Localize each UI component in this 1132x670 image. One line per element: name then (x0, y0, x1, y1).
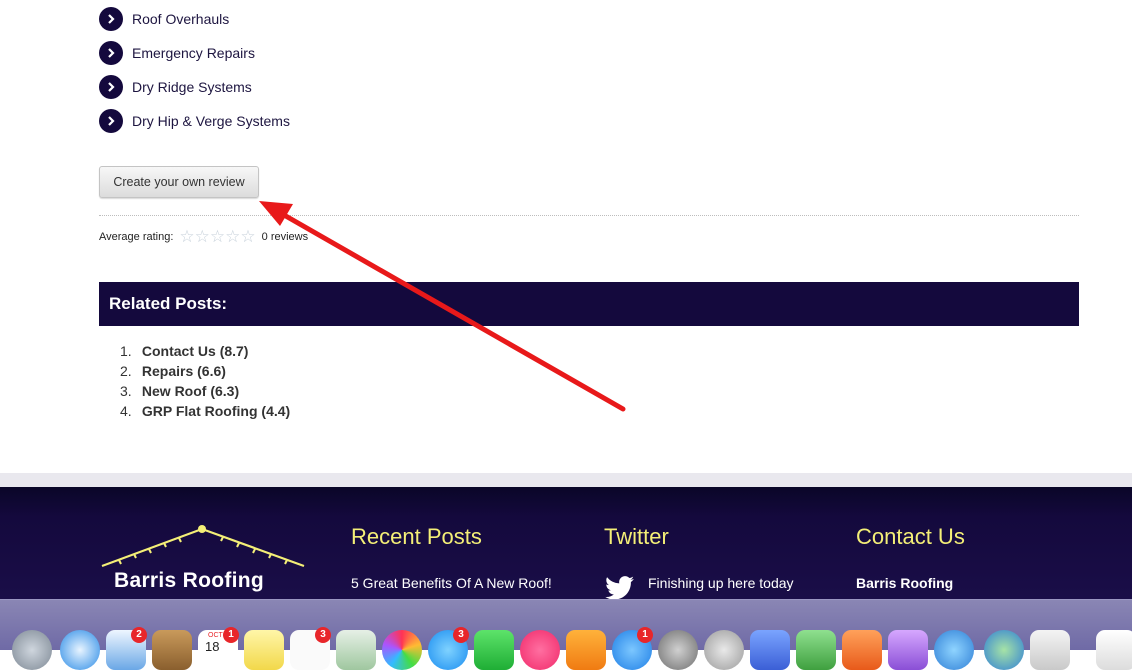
list-number: 1. (120, 343, 132, 359)
service-item[interactable]: Roof Overhauls (99, 2, 290, 36)
service-label[interactable]: Emergency Repairs (132, 45, 255, 61)
service-label[interactable]: Roof Overhauls (132, 11, 229, 27)
related-post-link[interactable]: Contact Us (8.7) (142, 343, 249, 359)
rating-stars[interactable]: ☆ ☆ ☆ ☆ ☆ (179, 228, 255, 245)
system-preferences-icon[interactable] (658, 630, 698, 670)
list-number: 2. (120, 363, 132, 379)
app-icon[interactable] (842, 630, 882, 670)
ibooks-icon[interactable] (566, 630, 606, 670)
itunes-icon[interactable] (520, 630, 560, 670)
macos-dock: 2 OCT 18 1 3 3 1 (0, 599, 1132, 670)
related-post-score[interactable]: (6.3) (210, 383, 239, 399)
related-post-title[interactable]: Repairs (142, 363, 193, 379)
create-review-button[interactable]: Create your own review (99, 166, 259, 198)
service-item[interactable]: Dry Hip & Verge Systems (99, 104, 290, 138)
document-icon[interactable] (1096, 630, 1132, 670)
app-icon[interactable] (704, 630, 744, 670)
footer-separator (0, 473, 1132, 487)
recent-posts-heading: Recent Posts (351, 524, 482, 549)
site-logo[interactable]: Barris Roofing (99, 524, 309, 599)
list-item: 3. New Roof (6.3) (120, 381, 290, 401)
list-item: 4. GRP Flat Roofing (4.4) (120, 401, 290, 421)
related-post-score[interactable]: (6.6) (197, 363, 226, 379)
chevron-right-icon (99, 41, 123, 65)
contact-company: Barris Roofing (856, 575, 954, 591)
related-post-title[interactable]: GRP Flat Roofing (142, 403, 258, 419)
maps-icon[interactable] (336, 630, 376, 670)
service-label[interactable]: Dry Hip & Verge Systems (132, 113, 290, 129)
twitter-heading: Twitter (604, 524, 669, 549)
contact-heading: Contact Us (856, 524, 965, 549)
photos-icon[interactable] (382, 630, 422, 670)
tweet-text[interactable]: Finishing up here today (648, 575, 794, 591)
chevron-right-icon (99, 109, 123, 133)
service-item[interactable]: Dry Ridge Systems (99, 70, 290, 104)
reminders-badge: 3 (315, 627, 331, 643)
calendar-month: OCT (208, 632, 223, 639)
service-item[interactable]: Emergency Repairs (99, 36, 290, 70)
list-number: 4. (120, 403, 132, 419)
app-icon[interactable] (934, 630, 974, 670)
average-rating-label: Average rating: (99, 231, 174, 243)
related-post-score[interactable]: (4.4) (261, 403, 290, 419)
chevron-right-icon (99, 75, 123, 99)
related-post-title[interactable]: New Roof (142, 383, 207, 399)
service-label[interactable]: Dry Ridge Systems (132, 79, 252, 95)
list-item: 2. Repairs (6.6) (120, 361, 290, 381)
average-rating: Average rating: ☆ ☆ ☆ ☆ ☆ 0 reviews (99, 228, 309, 245)
twitter-bird-icon (605, 576, 634, 600)
star-icon[interactable]: ☆ (210, 228, 225, 245)
recent-post-link[interactable]: 5 Great Benefits Of A New Roof! (351, 575, 552, 591)
contacts-icon[interactable] (152, 630, 192, 670)
app-icon[interactable] (1030, 630, 1070, 670)
related-post-link[interactable]: GRP Flat Roofing (4.4) (142, 403, 290, 419)
logo-text: Barris Roofing (114, 569, 265, 592)
related-post-link[interactable]: Repairs (6.6) (142, 363, 226, 379)
related-posts-header: Related Posts: (99, 282, 1079, 326)
recent-posts-column: Recent Posts 5 Great Benefits Of A New R… (351, 524, 552, 591)
reviews-count: 0 reviews (261, 231, 309, 243)
notes-icon[interactable] (244, 630, 284, 670)
chevron-right-icon (99, 7, 123, 31)
services-list: Roof Overhauls Emergency Repairs Dry Rid… (99, 2, 290, 138)
safari-icon[interactable] (60, 630, 100, 670)
facetime-icon[interactable] (474, 630, 514, 670)
roof-logo-icon (101, 525, 305, 568)
app-icon[interactable] (796, 630, 836, 670)
calendar-day: 18 (205, 639, 220, 654)
messages-badge: 3 (453, 627, 469, 643)
divider (99, 215, 1079, 216)
app-icon[interactable] (750, 630, 790, 670)
contact-column: Contact Us Barris Roofing (856, 524, 965, 591)
site-footer: Barris Roofing Recent Posts 5 Great Bene… (0, 487, 1132, 600)
twitter-column: Twitter Finishing up here today (604, 524, 794, 600)
related-post-link[interactable]: New Roof (6.3) (142, 383, 239, 399)
related-post-score[interactable]: (8.7) (220, 343, 249, 359)
related-posts-title: Related Posts: (109, 294, 228, 313)
app-icon[interactable] (984, 630, 1024, 670)
star-icon[interactable]: ☆ (240, 228, 255, 245)
app-icon[interactable] (888, 630, 928, 670)
star-icon[interactable]: ☆ (225, 228, 240, 245)
related-posts-list: 1. Contact Us (8.7) 2. Repairs (6.6) 3. … (120, 341, 290, 421)
mail-badge: 2 (131, 627, 147, 643)
star-icon[interactable]: ☆ (179, 228, 194, 245)
list-number: 3. (120, 383, 132, 399)
star-icon[interactable]: ☆ (195, 228, 210, 245)
app-store-badge: 1 (637, 627, 653, 643)
calendar-badge: 1 (223, 627, 239, 643)
launchpad-icon[interactable] (12, 630, 52, 670)
related-post-title[interactable]: Contact Us (142, 343, 216, 359)
list-item: 1. Contact Us (8.7) (120, 341, 290, 361)
